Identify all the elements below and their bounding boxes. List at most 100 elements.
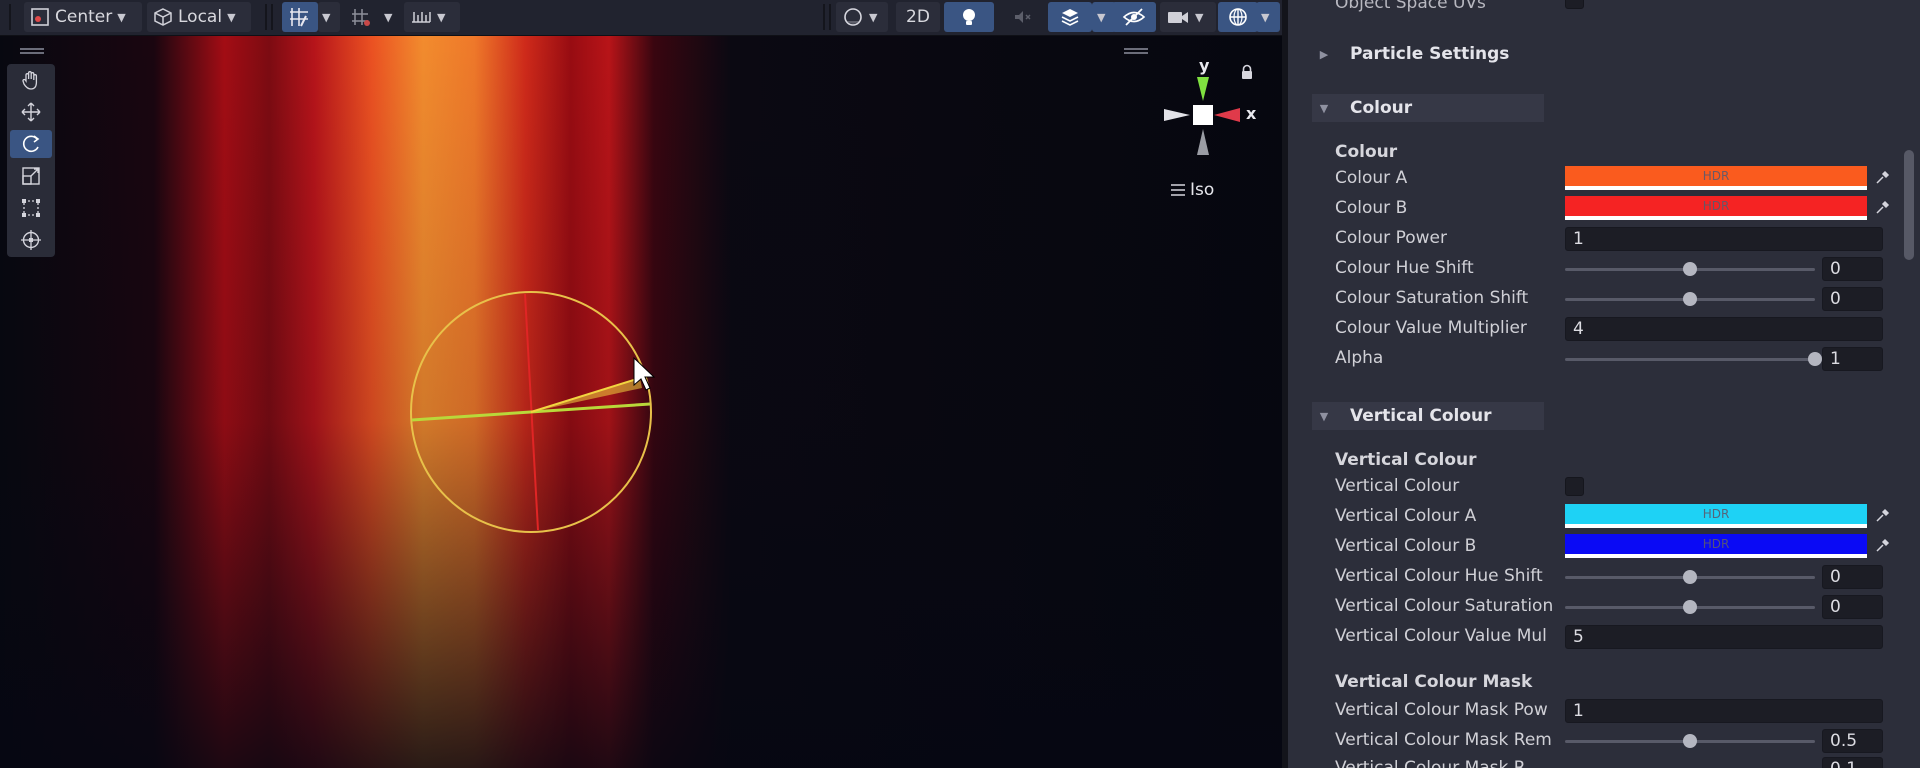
eyedropper-icon[interactable] bbox=[1871, 166, 1893, 190]
scene-view[interactable]: Center ▼ Local ▼ ▼ ▼ ▼ ▼ 2D ▼ ▼ ▼ y x Is… bbox=[0, 0, 1282, 768]
gizmos-toggle[interactable] bbox=[1218, 2, 1258, 32]
slider-handle[interactable] bbox=[1683, 570, 1697, 584]
toolbar-separator bbox=[9, 4, 11, 30]
colour-b-swatch[interactable]: HDR bbox=[1565, 196, 1867, 220]
chevron-right-icon: ▶ bbox=[1319, 47, 1329, 61]
vertical-colour-value-mult-field[interactable]: 5 bbox=[1565, 625, 1883, 649]
scene-lighting-toggle[interactable] bbox=[944, 2, 994, 32]
grid-snapping-toggle[interactable] bbox=[282, 2, 318, 32]
move-arrows-icon bbox=[21, 102, 41, 122]
cube-icon bbox=[153, 7, 173, 27]
colour-power-label: Colour Power bbox=[1335, 228, 1447, 248]
vertical-colour-saturation-slider[interactable] bbox=[1565, 600, 1815, 614]
shading-sphere-icon bbox=[844, 8, 862, 26]
move-tool[interactable] bbox=[10, 98, 52, 126]
vertical-colour-mask-remap-slider[interactable] bbox=[1565, 734, 1815, 748]
chevron-down-icon: ▼ bbox=[1319, 409, 1329, 423]
colour-hue-shift-label: Colour Hue Shift bbox=[1335, 258, 1474, 278]
colour-saturation-shift-value[interactable]: 0 bbox=[1822, 287, 1883, 311]
alpha-slider[interactable] bbox=[1565, 352, 1822, 366]
vertical-colour-b-swatch[interactable]: HDR bbox=[1565, 534, 1867, 558]
scene-camera-dropdown[interactable]: ▼ bbox=[1160, 2, 1216, 32]
vertical-colour-subheading: Vertical Colour bbox=[1335, 450, 1477, 470]
colour-foldout[interactable]: ▼ Colour bbox=[1312, 94, 1544, 122]
colour-b-fill: HDR bbox=[1565, 196, 1867, 216]
slider-handle[interactable] bbox=[1683, 600, 1697, 614]
shading-mode-dropdown[interactable]: ▼ bbox=[836, 2, 888, 32]
slider-handle[interactable] bbox=[1808, 352, 1822, 366]
chevron-down-icon: ▼ bbox=[437, 10, 446, 24]
eyedropper-icon[interactable] bbox=[1871, 196, 1893, 220]
colour-saturation-shift-label: Colour Saturation Shift bbox=[1335, 288, 1529, 308]
slider-handle[interactable] bbox=[1683, 734, 1697, 748]
vertical-colour-mask-cut-off-value[interactable]: 0.1 bbox=[1822, 757, 1883, 768]
vertical-colour-mask-power-field[interactable]: 1 bbox=[1565, 699, 1883, 723]
chevron-down-icon: ▼ bbox=[227, 10, 236, 24]
eyedropper-icon[interactable] bbox=[1871, 504, 1893, 528]
cut-off-checkbox[interactable] bbox=[1565, 0, 1584, 9]
eyedropper-icon[interactable] bbox=[1871, 534, 1893, 558]
vertical-colour-mask-cut-off-label: Vertical Colour Mask R bbox=[1335, 758, 1526, 768]
particle-settings-title: Particle Settings bbox=[1350, 44, 1510, 64]
chevron-down-icon: ▼ bbox=[1261, 10, 1270, 24]
rotate-tool[interactable] bbox=[10, 130, 52, 158]
vertical-colour-hue-shift-label: Vertical Colour Hue Shift bbox=[1335, 566, 1543, 586]
rect-tool[interactable] bbox=[10, 194, 52, 222]
effects-layers-icon bbox=[1061, 9, 1079, 26]
colour-saturation-shift-slider[interactable] bbox=[1565, 292, 1815, 306]
inspector-scrollbar[interactable] bbox=[1904, 150, 1914, 260]
ruler-grid-dropdown[interactable]: ▼ bbox=[404, 2, 460, 32]
vertical-colour-b-fill: HDR bbox=[1565, 534, 1867, 554]
mode-2d-toggle[interactable]: 2D bbox=[896, 2, 940, 32]
alpha-value[interactable]: 1 bbox=[1822, 347, 1883, 371]
tools-overlay-grip[interactable] bbox=[20, 48, 44, 54]
slider-handle[interactable] bbox=[1683, 292, 1697, 306]
vertical-colour-checkbox[interactable] bbox=[1565, 477, 1584, 496]
vertical-colour-hue-shift-slider[interactable] bbox=[1565, 570, 1815, 584]
gizmos-menu[interactable]: ▼ bbox=[1256, 2, 1280, 32]
colour-value-multiplier-field[interactable]: 4 bbox=[1565, 317, 1883, 341]
scene-audio-toggle[interactable] bbox=[1000, 2, 1044, 32]
slider-handle[interactable] bbox=[1683, 262, 1697, 276]
increment-snap-menu[interactable]: ▼ bbox=[380, 2, 402, 32]
vertical-colour-mask-remap-value[interactable]: 0.5 bbox=[1822, 729, 1883, 753]
lightbulb-icon bbox=[963, 9, 975, 25]
pivot-rotation-dropdown[interactable]: Local ▼ bbox=[147, 2, 251, 32]
orientation-gizmo[interactable]: y x bbox=[1150, 56, 1260, 156]
transform-tool[interactable] bbox=[10, 226, 52, 254]
colour-power-field[interactable]: 1 bbox=[1565, 227, 1883, 251]
orientation-overlay-grip[interactable] bbox=[1124, 48, 1148, 54]
scene-visibility-toggle[interactable] bbox=[1112, 2, 1156, 32]
chevron-down-icon: ▼ bbox=[322, 10, 331, 24]
toolbar-separator bbox=[823, 4, 825, 30]
vertical-colour-toggle-label: Vertical Colour bbox=[1335, 476, 1460, 496]
pivot-mode-label: Center bbox=[55, 7, 113, 27]
particle-settings-foldout[interactable]: ▶ Particle Settings bbox=[1312, 40, 1544, 68]
colour-hue-shift-slider[interactable] bbox=[1565, 262, 1815, 276]
chevron-down-icon: ▼ bbox=[1097, 10, 1106, 24]
hidden-eye-icon bbox=[1122, 8, 1146, 26]
colour-a-swatch[interactable]: HDR bbox=[1565, 166, 1867, 190]
scale-tool[interactable] bbox=[10, 162, 52, 190]
colour-section-title: Colour bbox=[1350, 98, 1413, 118]
vertical-colour-saturation-value[interactable]: 0 bbox=[1822, 595, 1883, 619]
increment-snap-button[interactable] bbox=[344, 2, 380, 32]
vertical-colour-foldout[interactable]: ▼ Vertical Colour bbox=[1312, 402, 1544, 430]
alpha-bar bbox=[1565, 554, 1867, 558]
scene-effects-toggle[interactable] bbox=[1048, 2, 1092, 32]
projection-toggle[interactable]: Iso bbox=[1170, 180, 1214, 200]
scale-icon bbox=[22, 167, 40, 185]
vertical-colour-a-swatch[interactable]: HDR bbox=[1565, 504, 1867, 528]
colour-hue-shift-value[interactable]: 0 bbox=[1822, 257, 1883, 281]
hand-icon bbox=[22, 71, 38, 90]
vertical-colour-value-mult-label: Vertical Colour Value Mul bbox=[1335, 626, 1547, 646]
vertical-colour-a-label: Vertical Colour A bbox=[1335, 506, 1477, 526]
pivot-mode-dropdown[interactable]: Center ▼ bbox=[24, 2, 142, 32]
vertical-colour-hue-shift-value[interactable]: 0 bbox=[1822, 565, 1883, 589]
vertical-colour-mask-remap-label: Vertical Colour Mask Rem bbox=[1335, 730, 1552, 750]
pivot-rotation-label: Local bbox=[178, 7, 223, 27]
chevron-down-icon: ▼ bbox=[117, 10, 126, 24]
vertical-colour-saturation-label: Vertical Colour Saturation bbox=[1335, 596, 1554, 616]
grid-snapping-menu[interactable]: ▼ bbox=[318, 2, 340, 32]
view-tool[interactable] bbox=[10, 66, 52, 94]
